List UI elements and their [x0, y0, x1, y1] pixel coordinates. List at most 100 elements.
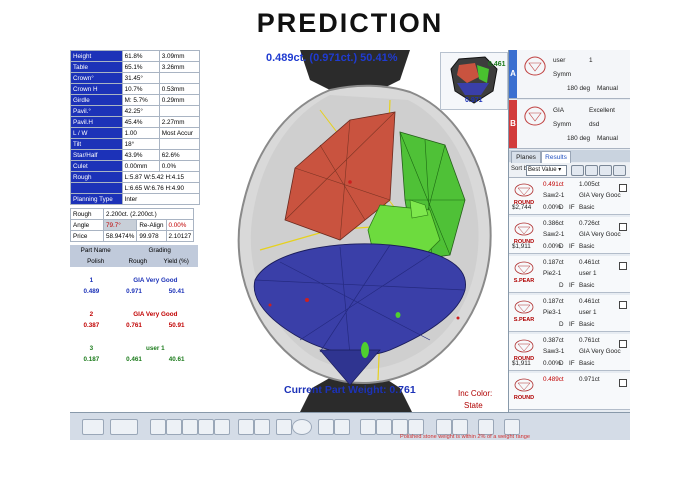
inclusion-dot-3[interactable] [456, 316, 460, 320]
result-checkbox[interactable] [619, 184, 627, 192]
list-icon[interactable] [110, 419, 138, 435]
result-row[interactable]: ROUND 0.491ct 1.005ct Saw2-1 GIA Very Gooc $2… [509, 178, 630, 215]
heart-shape-icon[interactable] [182, 419, 198, 435]
inclusion-dot-2[interactable] [268, 303, 272, 307]
result-checkbox[interactable] [619, 340, 627, 348]
flip-icon[interactable] [254, 419, 270, 435]
sort-dropdown[interactable]: Best Value ▾ [526, 165, 567, 176]
sort-down-icon[interactable] [585, 165, 598, 176]
part-gap [70, 297, 198, 309]
tab-results[interactable]: Results [541, 151, 571, 163]
realign-button[interactable]: Re-Align [136, 219, 167, 231]
result-checkbox[interactable] [619, 301, 627, 309]
inclusion-dot-1[interactable] [305, 298, 309, 302]
measurement-value-mm: 62.6% [158, 149, 201, 161]
layer-icon-2[interactable] [376, 419, 392, 435]
result-grade: user 1 [579, 309, 597, 316]
angle-value[interactable]: 79.7° [102, 219, 138, 231]
measurement-value-mm: 0.53mm [158, 83, 201, 95]
measurement-row: L:6.65 W:6.76 H:4.90 [70, 182, 201, 194]
measurement-value-mm [158, 138, 201, 150]
tab-planes[interactable]: Planes [511, 151, 541, 163]
sort-selected-value: Best Value [528, 167, 557, 173]
card-rotation: 180 deg [567, 135, 591, 142]
result-plan-name: Saw2-1 [543, 192, 565, 199]
square-shape-icon[interactable] [198, 419, 214, 435]
result-cut: Basic [579, 360, 595, 367]
result-checkbox[interactable] [619, 262, 627, 270]
navigation-pad-icon[interactable] [276, 419, 292, 435]
measurement-row: Tilt 18° [70, 138, 201, 150]
zoom-in-icon[interactable] [318, 419, 334, 435]
tool-icon-2[interactable] [452, 419, 468, 435]
plan-card-b[interactable]: B GIA Excellent Symm dsd 180 deg Manual [509, 100, 630, 149]
result-row[interactable]: ROUND 0.489ct 0.971ct [509, 373, 630, 410]
plan-tag: B [509, 100, 517, 148]
pear-gem-icon [524, 56, 546, 76]
part-header-row[interactable]: 1 GIA Very Good [70, 275, 198, 286]
measurement-row: Girdle M: 5.7% 0.29mm [70, 94, 201, 106]
plan-card-a[interactable]: Auser 1 Symm 180 deg Manual [509, 50, 630, 99]
result-cut: Basic [579, 204, 595, 211]
sort-up-icon[interactable] [571, 165, 584, 176]
part-gap [70, 365, 198, 377]
result-row[interactable]: ROUND 0.387ct 0.761ct Saw3-1 GIA Very Gooc $1… [509, 334, 630, 371]
layer-icon-1[interactable] [360, 419, 376, 435]
measurement-value-mm: 3.26mm [158, 61, 201, 73]
measurement-label: Pavil.H [70, 116, 123, 128]
export-icon[interactable] [478, 419, 494, 435]
grading-header: Grading [148, 247, 171, 254]
card-symm: Symm [553, 71, 572, 78]
part-values-row[interactable]: 0.187 0.461 40.61 [70, 354, 198, 365]
shape-badge: S.PEAR [512, 260, 536, 284]
result-row[interactable]: S.PEAR 0.187ct 0.461ct Pie3-1 user 1 D IF Basic [509, 295, 630, 332]
part-header-row[interactable]: 2 GIA Very Good [70, 309, 198, 320]
part-values-row[interactable]: 0.387 0.761 50.91 [70, 320, 198, 331]
plan-tag: A [509, 50, 517, 98]
result-plan-name: Saw3-1 [543, 348, 565, 355]
part-grade: GIA Very Good [133, 277, 178, 284]
part-values-row[interactable]: 0.489 0.971 50.41 [70, 286, 198, 297]
result-row[interactable]: S.PEAR 0.187ct 0.461ct Pie2-1 user 1 D IF Basic [509, 256, 630, 293]
result-checkbox[interactable] [619, 223, 627, 231]
view-mode-icon[interactable] [82, 419, 104, 435]
measurement-label: Girdle [70, 94, 123, 106]
3d-viewport[interactable]: 0.489ct. (0.971ct.) 50.41% 0.461 0.971 C… [200, 50, 508, 412]
measurement-row: Planning Type Inter [70, 193, 201, 205]
zoom-out-icon[interactable] [334, 419, 350, 435]
rough-table: Rough 2.200ct. (2.200ct.) Angle 79.7° Re… [70, 208, 195, 242]
measurement-row: Rough L:5.87 W:5.42 H:4.15 [70, 171, 201, 183]
result-row[interactable]: ROUND 0.386ct 0.726ct Saw2-1 GIA Very Gooc $1… [509, 217, 630, 254]
inc-color-value[interactable]: State [464, 401, 483, 410]
price-label: Price [70, 230, 104, 242]
card-mode: Manual [597, 85, 618, 92]
tool-icon-1[interactable] [436, 419, 452, 435]
measurement-value: Inter [121, 193, 201, 205]
pear-shape-icon[interactable] [214, 419, 230, 435]
stone-thumbnail[interactable]: 0.461 0.971 [440, 52, 508, 110]
measurement-value: 42.25° [121, 105, 160, 117]
bottom-toolbar: Polished stone weight is within 2% of a … [70, 412, 630, 440]
oval-shape-icon[interactable] [166, 419, 182, 435]
card-grade: GIA [553, 107, 565, 114]
filter-icon[interactable] [599, 165, 612, 176]
inclusion-green-2[interactable] [395, 312, 401, 318]
inclusion-dot-4[interactable] [348, 180, 352, 184]
inclusion-green-1[interactable] [361, 342, 369, 358]
layer-icon-3[interactable] [392, 419, 408, 435]
settings-icon[interactable] [613, 165, 626, 176]
round-shape-icon[interactable] [150, 419, 166, 435]
navigation-pad-icon-center[interactable] [292, 419, 312, 435]
card-grade-value: Excellent [589, 107, 615, 114]
part-number: 3 [89, 345, 94, 352]
angle-percent: 0.00% [165, 219, 195, 231]
rough-header: Rough [128, 258, 148, 265]
result-checkbox[interactable] [619, 379, 627, 387]
part-header-row[interactable]: 3 user 1 [70, 343, 198, 354]
yield-header: Yield (%) [163, 258, 189, 265]
settings-icon-2[interactable] [504, 419, 520, 435]
layer-icon-4[interactable] [408, 419, 424, 435]
rotate-icon[interactable] [238, 419, 254, 435]
result-color: D [559, 282, 564, 289]
result-plan-name: Pie3-1 [543, 309, 562, 316]
